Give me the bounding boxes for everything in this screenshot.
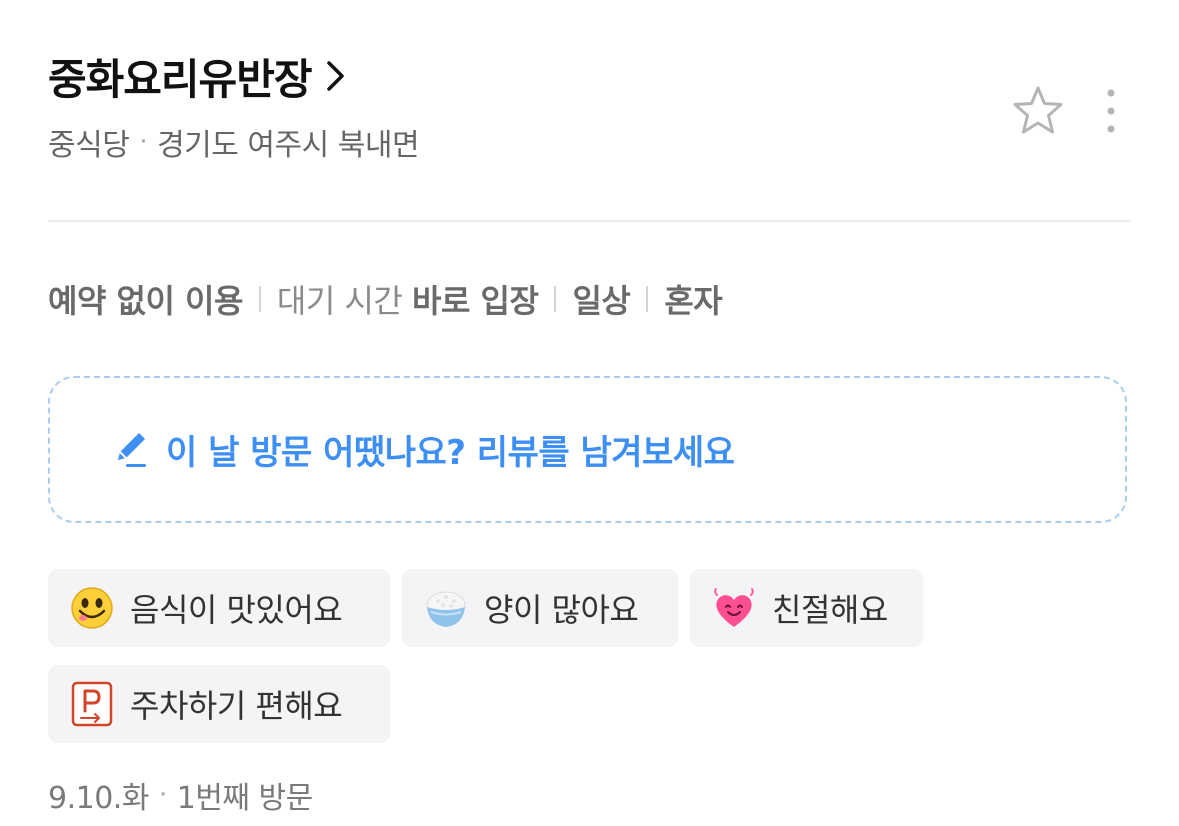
keyword-chip-tasty[interactable]: 음식이 맛있어요: [48, 569, 390, 647]
keyword-chip-label: 양이 많아요: [484, 591, 639, 629]
place-category: 중식당: [48, 128, 130, 163]
visit-tag-purpose: 일상: [572, 276, 630, 322]
visit-meta-separator: ·: [158, 780, 167, 810]
visit-tag-reservation-value: 예약 없이 이용: [48, 282, 243, 320]
tag-separator: [646, 286, 649, 312]
section-divider: [48, 220, 1131, 222]
parking-sign-icon: [68, 680, 116, 728]
visit-tag-companion: 혼자: [664, 276, 722, 322]
keyword-chip-parking[interactable]: 주차하기 편해요: [48, 665, 390, 743]
place-subtitle: 중식당 · 경기도 여주시 북내면: [48, 120, 1131, 164]
visit-meta: 9.10.화 · 1번째 방문: [48, 773, 313, 817]
place-header: 중화요리유반장 중식당 · 경기도 여주시 북내면: [48, 46, 1131, 176]
visit-tag-waiting: 대기 시간 바로 입장: [277, 276, 539, 322]
keyword-chip-portion[interactable]: 양이 많아요: [402, 569, 678, 647]
visit-count: 1번째 방문: [176, 781, 314, 816]
visit-tag-waiting-value: 바로 입장: [412, 282, 539, 320]
pencil-icon: [118, 432, 146, 467]
star-outline-icon[interactable]: [1010, 84, 1066, 138]
more-options-button[interactable]: [1091, 82, 1131, 140]
visit-tag-waiting-label: 대기 시간: [276, 282, 413, 320]
smiling-heart-emoji-icon: [710, 584, 758, 632]
keyword-chip-label: 음식이 맛있어요: [130, 591, 343, 629]
keyword-chip-label: 친절해요: [772, 591, 888, 629]
rice-bowl-emoji-icon: [422, 584, 470, 632]
write-review-prompt[interactable]: 이 날 방문 어땠나요? 리뷰를 남겨보세요: [166, 425, 735, 474]
visit-info-tags: 예약 없이 이용 대기 시간 바로 입장 일상 혼자: [48, 276, 723, 322]
more-vertical-icon[interactable]: [1106, 87, 1116, 135]
keyword-chip-label: 주차하기 편해요: [130, 687, 343, 725]
visit-tag-companion-value: 혼자: [664, 282, 723, 320]
write-review-content[interactable]: 이 날 방문 어땠나요? 리뷰를 남겨보세요: [110, 425, 735, 474]
yummy-face-emoji-icon: [68, 584, 116, 632]
header-actions: [1009, 82, 1131, 140]
tag-separator: [554, 286, 557, 312]
place-title-link[interactable]: 중화요리유반장: [48, 46, 1131, 106]
keyword-chip-kind[interactable]: 친절해요: [690, 569, 923, 647]
subtitle-separator: ·: [139, 127, 148, 157]
tag-separator: [258, 286, 261, 312]
favorite-button[interactable]: [1009, 82, 1067, 140]
chevron-right-icon[interactable]: [325, 58, 347, 94]
place-location: 경기도 여주시 북내면: [157, 128, 420, 163]
write-review-button[interactable]: 이 날 방문 어땠나요? 리뷰를 남겨보세요: [48, 376, 1127, 523]
visit-tag-purpose-value: 일상: [572, 282, 631, 320]
visit-tag-reservation: 예약 없이 이용: [48, 276, 243, 322]
visit-date: 9.10.화: [48, 781, 149, 816]
place-title[interactable]: 중화요리유반장: [48, 46, 312, 107]
